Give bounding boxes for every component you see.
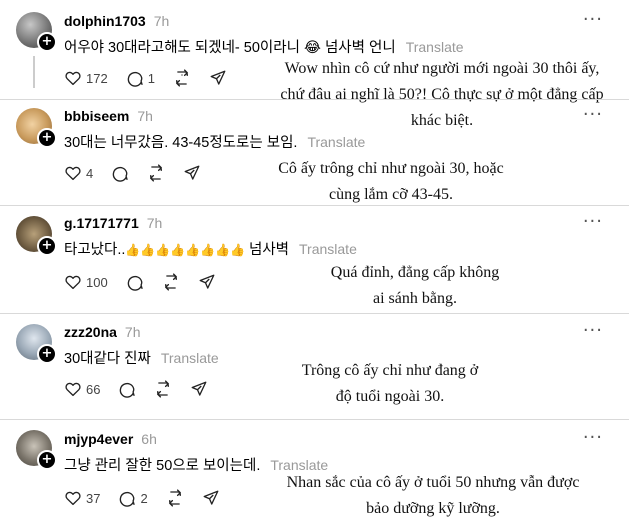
- translate-link[interactable]: Translate: [406, 39, 464, 55]
- like-button[interactable]: 172: [64, 69, 108, 87]
- username[interactable]: zzz20na 7h: [64, 324, 141, 340]
- post-dolphin1703: + dolphin1703 7h ··· 어우야 30대라고해도 되겠네- 50이…: [0, 0, 629, 129]
- timestamp: 7h: [146, 215, 163, 231]
- repost-icon: [176, 69, 188, 87]
- repost-button[interactable]: [166, 489, 184, 507]
- action-bar: 100: [64, 271, 234, 293]
- repost-button[interactable]: [173, 69, 191, 87]
- repost-icon: [168, 489, 181, 507]
- repost-icon: [150, 164, 163, 182]
- timestamp: 7h: [137, 108, 153, 124]
- emoji: 😂: [303, 40, 321, 56]
- reply-button[interactable]: [111, 164, 129, 182]
- post-mjyp4ever: + mjyp4ever 6h ··· 그냥 관리 잘한 50으로 보이는데. Tra…: [0, 420, 629, 522]
- translation-caption: Trông cô ấy chỉ như đang ở độ tuổi ngoài …: [301, 362, 479, 405]
- timestamp: 6h: [141, 431, 157, 447]
- send-icon: [184, 165, 200, 180]
- more-icon[interactable]: ···: [583, 211, 603, 232]
- repost-button[interactable]: [162, 273, 180, 291]
- plus-icon[interactable]: +: [37, 236, 57, 256]
- share-button[interactable]: [190, 380, 208, 398]
- plus-icon[interactable]: +: [37, 450, 57, 470]
- thread-line: [33, 56, 35, 88]
- like-count: 37: [86, 490, 101, 506]
- translate-link[interactable]: Translate: [161, 350, 219, 366]
- plus-icon[interactable]: +: [37, 128, 57, 148]
- post-zzz20na: + zzz20na 7h ··· 30대같다 진짜 Translate 66 Trô…: [0, 314, 629, 418]
- like-button[interactable]: 4: [64, 164, 93, 182]
- post-bbbiseem: + bbbiseem 7h ··· 30대는 너무갔음. 43-45정도로는 보임…: [0, 100, 629, 203]
- heart-icon: [65, 491, 81, 506]
- action-bar: 172 1: [64, 67, 245, 89]
- share-button[interactable]: [198, 273, 216, 291]
- heart-icon: [65, 275, 81, 290]
- reply-button[interactable]: [118, 380, 136, 398]
- more-icon[interactable]: ···: [583, 320, 603, 341]
- action-bar: 37 2: [64, 487, 238, 509]
- repost-icon: [164, 273, 177, 291]
- action-bar: 66: [64, 378, 226, 400]
- post-text: 30대같다 진짜 Translate: [64, 350, 219, 367]
- heart-icon: [65, 166, 81, 181]
- repost-button[interactable]: [154, 380, 172, 398]
- repost-icon: [157, 380, 170, 398]
- send-icon: [203, 490, 219, 505]
- like-count: 4: [86, 165, 94, 181]
- more-icon[interactable]: ···: [583, 427, 603, 448]
- comment-icon: [112, 166, 128, 182]
- username[interactable]: g.17171771 7h: [64, 215, 162, 231]
- reply-count: 1: [147, 70, 155, 86]
- comment-icon: [127, 71, 143, 87]
- username[interactable]: dolphin1703 7h: [64, 13, 169, 29]
- comment-icon: [127, 275, 143, 291]
- reply-button[interactable]: 2: [118, 489, 148, 507]
- like-button[interactable]: 100: [64, 273, 108, 291]
- post-g17171771: + g.17171771 7h ··· 타고났다..👍👍👍👍👍👍👍👍 넘사벽 Tra…: [0, 206, 629, 314]
- like-count: 100: [86, 274, 108, 290]
- translation-caption: Cô ấy trông chỉ như ngoài 30, hoặc cùng l…: [278, 160, 504, 203]
- plus-icon[interactable]: +: [37, 344, 57, 364]
- username[interactable]: mjyp4ever 6h: [64, 431, 157, 447]
- emoji: 👍👍👍👍👍👍👍👍: [125, 243, 245, 257]
- comment-icon: [120, 382, 136, 398]
- send-icon: [199, 274, 215, 289]
- share-button[interactable]: [209, 69, 227, 87]
- plus-icon[interactable]: +: [37, 32, 57, 52]
- reply-count: 2: [140, 490, 148, 506]
- like-count: 66: [86, 381, 101, 397]
- action-bar: 4: [64, 162, 219, 184]
- more-icon[interactable]: ···: [583, 104, 603, 125]
- translate-link[interactable]: Translate: [307, 134, 365, 150]
- username[interactable]: bbbiseem 7h: [64, 108, 153, 124]
- translation-caption: Nhan sắc của cô ấy ở tuổi 50 nhưng vẫn đ…: [286, 474, 580, 517]
- send-icon: [210, 70, 226, 85]
- timestamp: 7h: [153, 13, 170, 29]
- more-icon[interactable]: ···: [583, 9, 603, 30]
- like-count: 172: [86, 70, 108, 86]
- timestamp: 7h: [124, 324, 141, 340]
- translation-caption: Quá đỉnh, đẳng cấp không ai sánh bằng.: [330, 264, 500, 307]
- like-button[interactable]: 37: [64, 489, 100, 507]
- post-text: 타고났다..👍👍👍👍👍👍👍👍 넘사벽 Translate: [64, 241, 357, 258]
- send-icon: [192, 381, 207, 396]
- comment-icon: [120, 491, 136, 507]
- reply-button[interactable]: 1: [126, 69, 155, 87]
- post-text: 어우야 30대라고해도 되겠네- 50이라니 😂 넘사벽 언니 Translate: [64, 39, 464, 56]
- heart-icon: [65, 71, 81, 86]
- repost-button[interactable]: [147, 164, 165, 182]
- share-button[interactable]: [202, 489, 220, 507]
- like-button[interactable]: 66: [64, 380, 100, 398]
- translate-link[interactable]: Translate: [299, 241, 357, 257]
- reply-button[interactable]: [126, 273, 144, 291]
- share-button[interactable]: [183, 164, 201, 182]
- post-text: 30대는 너무갔음. 43-45정도로는 보임. Translate: [64, 134, 366, 151]
- heart-icon: [65, 382, 81, 397]
